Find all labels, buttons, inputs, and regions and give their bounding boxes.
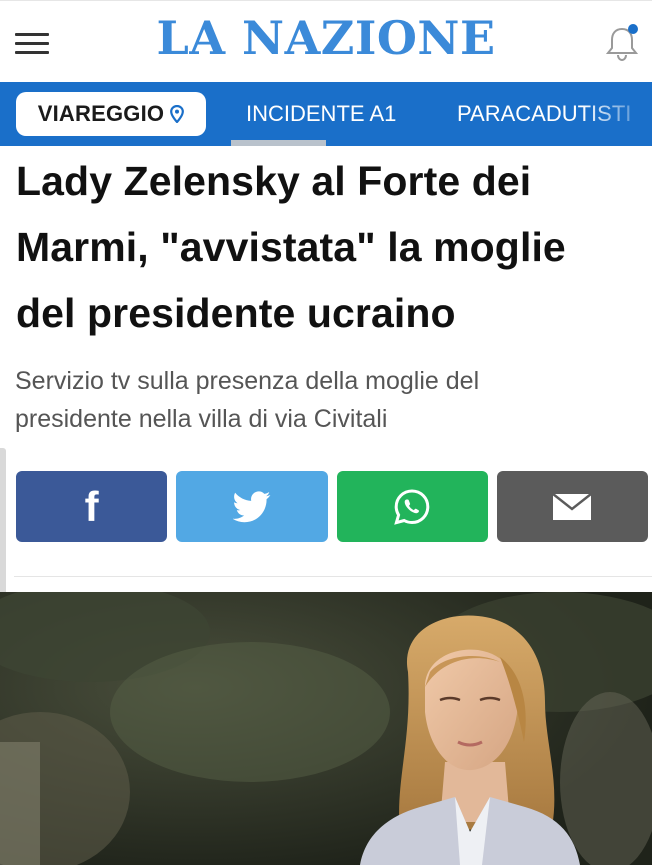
email-icon — [552, 492, 593, 520]
city-selector-button[interactable]: VIAREGGIO — [16, 92, 206, 136]
headline-line: Lady Zelensky al Forte dei — [16, 158, 532, 204]
city-label: VIAREGGIO — [37, 101, 165, 126]
nav-scroll-fade — [582, 82, 652, 146]
facebook-icon: f — [84, 482, 99, 530]
site-logo[interactable]: LA NAZIONE — [0, 11, 652, 65]
whatsapp-icon — [394, 488, 430, 525]
subtitle-line: Servizio tv sulla presenza della moglie … — [15, 367, 480, 395]
site-header: LA NAZIONE — [0, 0, 652, 82]
headline-line: Marmi, "avvistata" la moglie — [16, 224, 566, 270]
whatsapp-share-button[interactable] — [336, 471, 488, 542]
twitter-share-button[interactable] — [176, 471, 328, 542]
location-pin-icon — [170, 105, 185, 123]
share-bar: f — [16, 471, 648, 542]
subtitle-line: presidente nella villa di via Civitali — [15, 405, 388, 433]
headline-line: del presidente ucraino — [16, 290, 456, 336]
nav-active-indicator — [231, 140, 326, 146]
nav-item-incidente-a1[interactable]: INCIDENTE A1 — [246, 101, 396, 127]
article-headline: Lady Zelensky al Forte dei Marmi, "avvis… — [16, 148, 646, 346]
bell-icon[interactable] — [604, 23, 640, 63]
logo-text: LA NAZIONE — [156, 11, 496, 65]
content-divider — [14, 576, 652, 577]
twitter-icon — [232, 490, 271, 522]
email-share-button[interactable] — [496, 471, 648, 542]
article-subtitle: Servizio tv sulla presenza della moglie … — [15, 362, 615, 438]
facebook-share-button[interactable]: f — [16, 471, 168, 542]
section-navbar: VIAREGGIO INCIDENTE A1 PARACADUTISTI — [0, 82, 652, 146]
article-photo — [0, 592, 652, 865]
